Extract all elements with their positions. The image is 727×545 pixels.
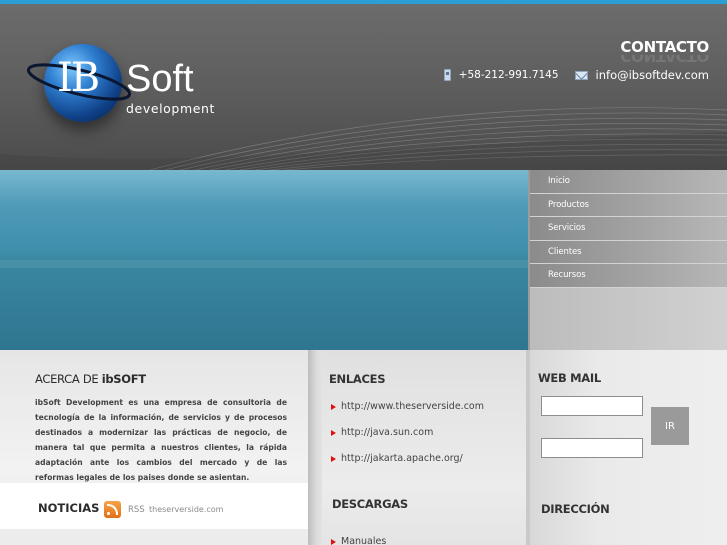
arrow-right-icon bbox=[331, 539, 336, 545]
arrow-right-icon bbox=[331, 456, 336, 462]
rss-source[interactable]: theserverside.com bbox=[149, 505, 223, 514]
list-item[interactable]: http://java.sun.com bbox=[331, 427, 484, 453]
links-list: http://www.theserverside.com http://java… bbox=[331, 401, 484, 479]
link-text[interactable]: http://java.sun.com bbox=[341, 427, 433, 438]
news-title: NOTICIAS bbox=[38, 501, 100, 515]
webmail-user-input[interactable] bbox=[541, 396, 643, 416]
site-header: IB Soft development CONTACTO CONTACTO +5… bbox=[0, 4, 727, 170]
phone-icon bbox=[443, 69, 451, 81]
links-title: ENLACES bbox=[329, 372, 386, 386]
content-area: ACERCA DE ibSOFT ibSoft Development es u… bbox=[0, 350, 727, 545]
webmail-password-input[interactable] bbox=[541, 438, 643, 458]
link-text[interactable]: http://www.theserverside.com bbox=[341, 401, 484, 412]
nav-item-clientes[interactable]: Clientes bbox=[530, 240, 727, 264]
contact-title: CONTACTO bbox=[620, 38, 709, 56]
contact-phone: +58-212-991.7145 bbox=[458, 69, 559, 81]
nav-item-inicio[interactable]: Inicio bbox=[530, 170, 727, 194]
about-title-prefix: ACERCA DE bbox=[35, 372, 102, 386]
rss-icon[interactable] bbox=[104, 501, 121, 518]
about-text: ibSoft Development es una empresa de con… bbox=[35, 398, 287, 482]
mail-icon bbox=[574, 70, 588, 80]
webmail-submit-button[interactable]: IR bbox=[651, 407, 689, 445]
about-title: ACERCA DE ibSOFT bbox=[35, 372, 146, 386]
list-item[interactable]: http://jakarta.apache.org/ bbox=[331, 453, 484, 479]
logo-development-text: development bbox=[126, 101, 216, 116]
logo-soft-text: Soft bbox=[126, 58, 194, 100]
ibsoft-logo[interactable]: IB Soft development bbox=[24, 44, 234, 139]
downloads-title: DESCARGAS bbox=[332, 497, 408, 511]
arrow-right-icon bbox=[331, 404, 336, 410]
about-title-brand: ibSOFT bbox=[101, 372, 146, 386]
contact-info: +58-212-991.7145 info@ibsoftdev.com bbox=[443, 68, 709, 82]
download-item[interactable]: Manuales bbox=[331, 536, 386, 545]
nav-item-recursos[interactable]: Recursos bbox=[530, 264, 727, 288]
list-item[interactable]: http://www.theserverside.com bbox=[331, 401, 484, 427]
rss-label[interactable]: RSS bbox=[128, 505, 145, 515]
banner-band bbox=[0, 260, 528, 268]
column-divider bbox=[308, 350, 322, 545]
link-text[interactable]: http://jakarta.apache.org/ bbox=[341, 453, 463, 464]
main-nav: Inicio Productos Servicios Clientes Recu… bbox=[528, 170, 727, 352]
webmail-title: WEB MAIL bbox=[538, 371, 601, 385]
download-item-label[interactable]: Manuales bbox=[341, 536, 386, 545]
arrow-right-icon bbox=[331, 430, 336, 436]
logo-ib-text: IB bbox=[57, 55, 100, 101]
hero-banner bbox=[0, 170, 528, 350]
contact-email[interactable]: info@ibsoftdev.com bbox=[596, 68, 709, 82]
address-title: DIRECCIÓN bbox=[541, 502, 610, 516]
contact-title-reflection: CONTACTO bbox=[620, 55, 709, 65]
nav-item-productos[interactable]: Productos bbox=[530, 193, 727, 217]
nav-item-servicios[interactable]: Servicios bbox=[530, 217, 727, 241]
